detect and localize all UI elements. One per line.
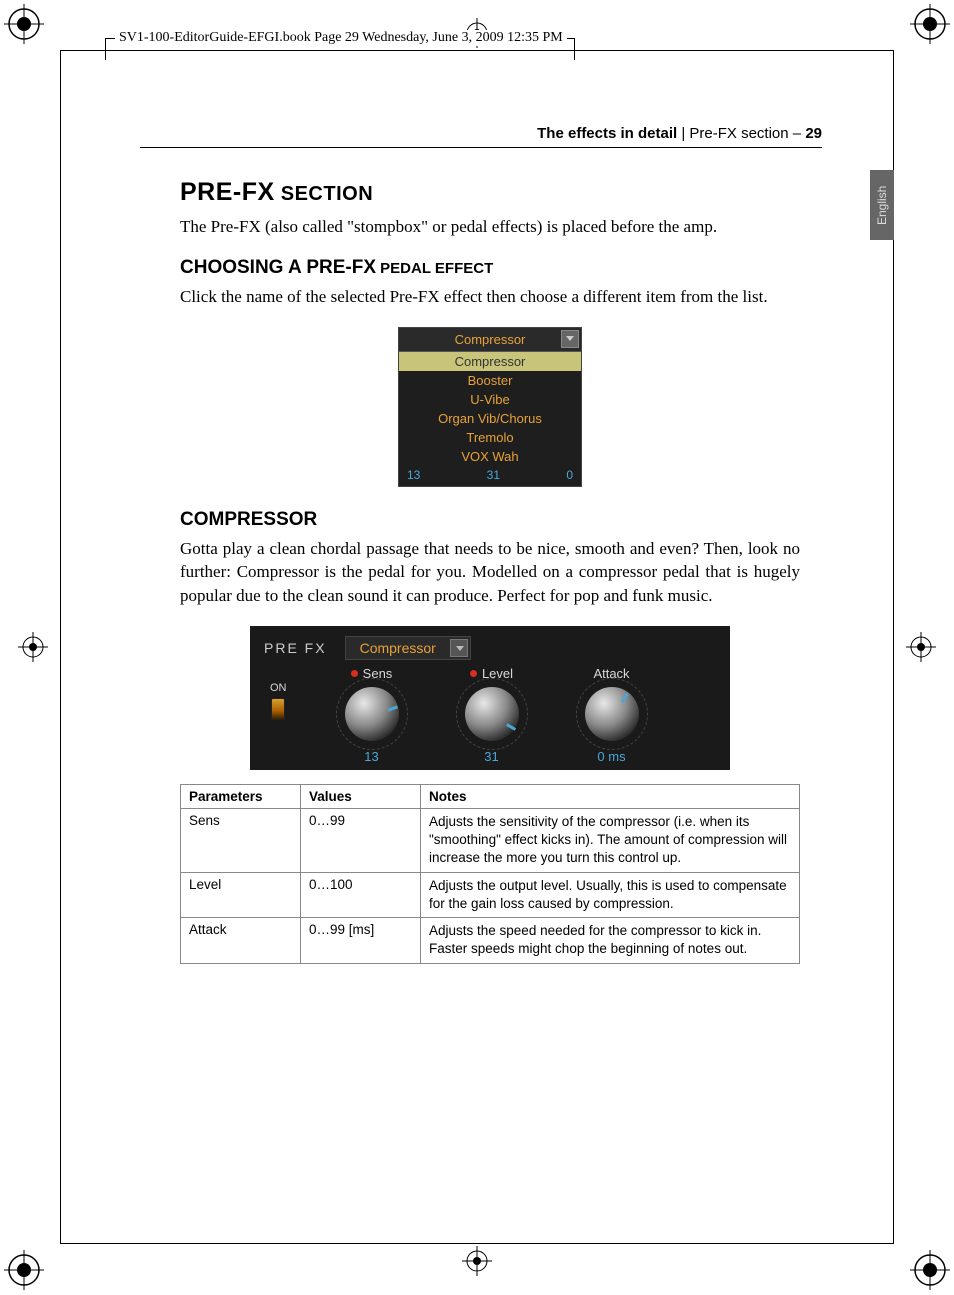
red-dot-icon xyxy=(351,670,358,677)
knob-level: Level 31 xyxy=(447,666,537,764)
running-header-page: 29 xyxy=(805,125,822,142)
td-param: Level xyxy=(181,872,301,917)
knob-sens-value: 13 xyxy=(364,749,378,764)
content-area: PRE-FX SECTION The Pre-FX (also called "… xyxy=(180,178,800,964)
knob-pointer-icon xyxy=(620,693,628,703)
knob-pointer-icon xyxy=(387,705,397,711)
knob-sens: Sens 13 xyxy=(327,666,417,764)
dropdown-footer-mid: 31 xyxy=(487,468,500,482)
sidemark-left xyxy=(18,632,48,662)
dropdown-figure: Compressor Compressor Booster U-Vibe Org… xyxy=(398,327,582,487)
dropdown-footer: 13 31 0 xyxy=(399,466,581,486)
page-frame: SV1-100-EditorGuide-EFGI.book Page 29 We… xyxy=(60,50,894,1244)
table-header-row: Parameters Values Notes xyxy=(181,784,800,808)
compressor-paragraph: Gotta play a clean chordal passage that … xyxy=(180,537,800,608)
td-param: Sens xyxy=(181,808,301,872)
dropdown-item-uvibe[interactable]: U-Vibe xyxy=(399,390,581,409)
dropdown-item-tremolo[interactable]: Tremolo xyxy=(399,428,581,447)
prefx-panel-top: PRE FX Compressor xyxy=(264,636,716,660)
knob-row: ON Sens 13 Level xyxy=(270,666,716,764)
td-param: Attack xyxy=(181,918,301,963)
chevron-down-icon[interactable] xyxy=(450,639,468,657)
dropdown-item-organ[interactable]: Organ Vib/Chorus xyxy=(399,409,581,428)
running-header-bold: The effects in detail xyxy=(537,125,677,142)
choosing-paragraph: Click the name of the selected Pre-FX ef… xyxy=(180,285,800,309)
knob-pointer-icon xyxy=(505,723,515,731)
prefx-panel-label: PRE FX xyxy=(264,640,327,656)
compressor-subtitle-text: COMPRESSOR xyxy=(180,509,317,530)
td-notes: Adjusts the sensitivity of the compresso… xyxy=(421,808,800,872)
running-header-sep: | xyxy=(677,125,689,142)
table-row: Sens 0…99 Adjusts the sensitivity of the… xyxy=(181,808,800,872)
knob-attack-value: 0 ms xyxy=(597,749,625,764)
sidemark-bottom xyxy=(462,1246,492,1276)
knob-level-value: 31 xyxy=(484,749,498,764)
prefx-panel: PRE FX Compressor ON Sens 13 xyxy=(250,626,730,770)
td-values: 0…99 xyxy=(301,808,421,872)
choosing-subtitle-main: CHOOSING A PRE-FX xyxy=(180,257,376,278)
td-notes: Adjusts the speed needed for the compres… xyxy=(421,918,800,963)
td-notes: Adjusts the output level. Usually, this … xyxy=(421,872,800,917)
choosing-subtitle-tail: PEDAL EFFECT xyxy=(376,260,493,277)
regmark-bl xyxy=(4,1250,44,1290)
chevron-down-icon[interactable] xyxy=(561,330,579,348)
on-switch[interactable] xyxy=(271,698,285,720)
regmark-tr xyxy=(910,4,950,44)
th-values: Values xyxy=(301,784,421,808)
dropdown-header[interactable]: Compressor xyxy=(399,328,581,352)
frame-header-text: SV1-100-EditorGuide-EFGI.book Page 29 We… xyxy=(115,30,567,46)
on-label: ON xyxy=(270,682,287,694)
table-row: Level 0…100 Adjusts the output level. Us… xyxy=(181,872,800,917)
red-dot-icon xyxy=(470,670,477,677)
th-parameters: Parameters xyxy=(181,784,301,808)
section-title-main: PRE-FX xyxy=(180,178,275,206)
sidemark-right xyxy=(906,632,936,662)
choosing-subtitle: CHOOSING A PRE-FX PEDAL EFFECT xyxy=(180,257,800,279)
running-header: The effects in detail | Pre-FX section –… xyxy=(140,125,822,148)
language-tab: English xyxy=(870,170,894,240)
regmark-tl xyxy=(4,4,44,44)
section-title-tail: SECTION xyxy=(275,183,373,205)
knob-attack: Attack 0 ms xyxy=(567,666,657,764)
knob-sens-dial[interactable] xyxy=(345,687,399,741)
intro-paragraph: The Pre-FX (also called "stompbox" or pe… xyxy=(180,215,800,239)
td-values: 0…100 xyxy=(301,872,421,917)
knob-level-dial[interactable] xyxy=(465,687,519,741)
prefx-panel-select-text: Compressor xyxy=(360,640,436,656)
td-values: 0…99 [ms] xyxy=(301,918,421,963)
running-header-light: Pre-FX section – xyxy=(689,125,805,142)
prefx-panel-select[interactable]: Compressor xyxy=(345,636,471,660)
on-switch-block: ON xyxy=(270,682,287,720)
dropdown-item-compressor[interactable]: Compressor xyxy=(399,352,581,371)
section-title: PRE-FX SECTION xyxy=(180,178,800,207)
dropdown-item-booster[interactable]: Booster xyxy=(399,371,581,390)
regmark-br xyxy=(910,1250,950,1290)
knob-attack-dial[interactable] xyxy=(585,687,639,741)
table-row: Attack 0…99 [ms] Adjusts the speed neede… xyxy=(181,918,800,963)
compressor-subtitle: COMPRESSOR xyxy=(180,509,800,531)
dropdown-header-label: Compressor xyxy=(455,332,526,347)
dropdown-footer-left: 13 xyxy=(407,468,420,482)
th-notes: Notes xyxy=(421,784,800,808)
dropdown-footer-right: 0 xyxy=(566,468,573,482)
dropdown-item-voxwah[interactable]: VOX Wah xyxy=(399,447,581,466)
parameters-table: Parameters Values Notes Sens 0…99 Adjust… xyxy=(180,784,800,964)
